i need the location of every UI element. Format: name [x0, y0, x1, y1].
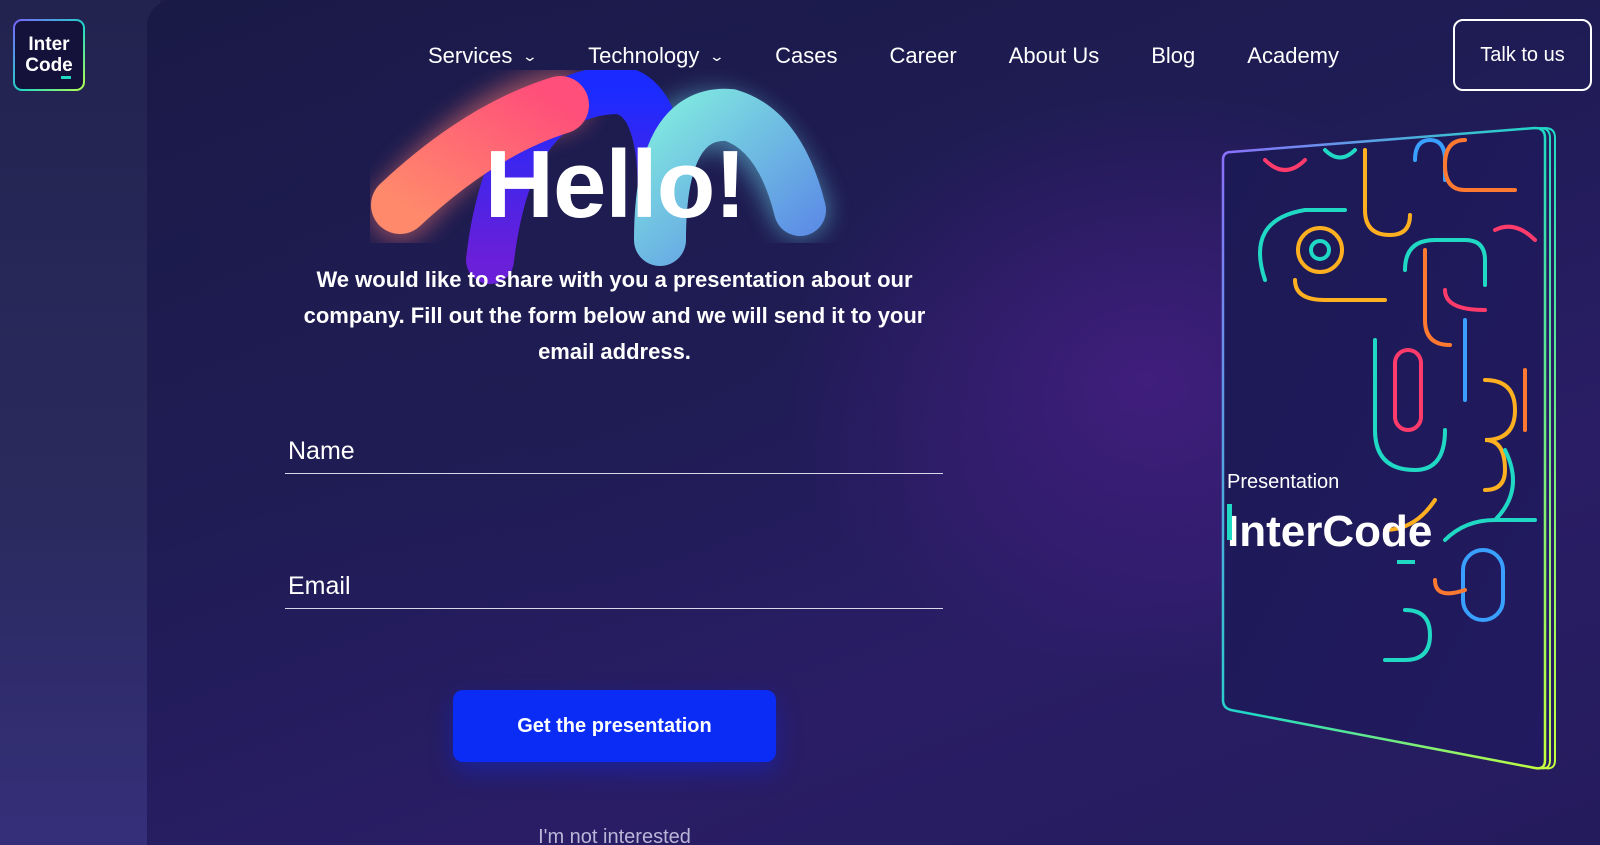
name-input[interactable] — [285, 430, 943, 473]
page-title: Hello! — [484, 131, 747, 238]
logo-text-line2: Code — [25, 55, 73, 76]
book-brand-underscore — [1397, 560, 1415, 564]
not-interested-link[interactable]: I'm not interested — [453, 826, 776, 845]
intercode-logo[interactable]: Inter Code — [13, 19, 85, 91]
chevron-down-icon: ⌄ — [709, 47, 726, 64]
left-sidebar-strip — [0, 0, 160, 845]
name-field-wrapper — [285, 430, 943, 474]
nav-item-career[interactable]: Career — [890, 43, 957, 69]
get-presentation-button[interactable]: Get the presentation — [453, 690, 776, 762]
logo-text-line1: Inter — [28, 34, 70, 55]
nav-item-cases[interactable]: Cases — [775, 43, 837, 69]
book-caption: Presentation — [1227, 471, 1339, 493]
nav-item-academy[interactable]: Academy — [1247, 43, 1339, 69]
logo-underscore — [60, 76, 71, 79]
nav-item-services[interactable]: Services ⌄ — [428, 43, 539, 69]
email-field-wrapper — [285, 565, 943, 609]
presentation-book-illustration: Presentation InterCode — [1221, 126, 1556, 770]
talk-to-us-button[interactable]: Talk to us — [1453, 19, 1592, 91]
intro-text: We would like to share with you a presen… — [303, 267, 926, 364]
email-input[interactable] — [285, 565, 943, 608]
nav-item-about-us[interactable]: About Us — [1009, 43, 1100, 69]
nav-item-blog[interactable]: Blog — [1151, 43, 1195, 69]
chevron-down-icon: ⌄ — [522, 47, 539, 64]
book-brand: InterCode — [1227, 507, 1432, 556]
nav-item-technology[interactable]: Technology ⌄ — [588, 43, 726, 69]
book-brand-accent — [1227, 504, 1232, 540]
